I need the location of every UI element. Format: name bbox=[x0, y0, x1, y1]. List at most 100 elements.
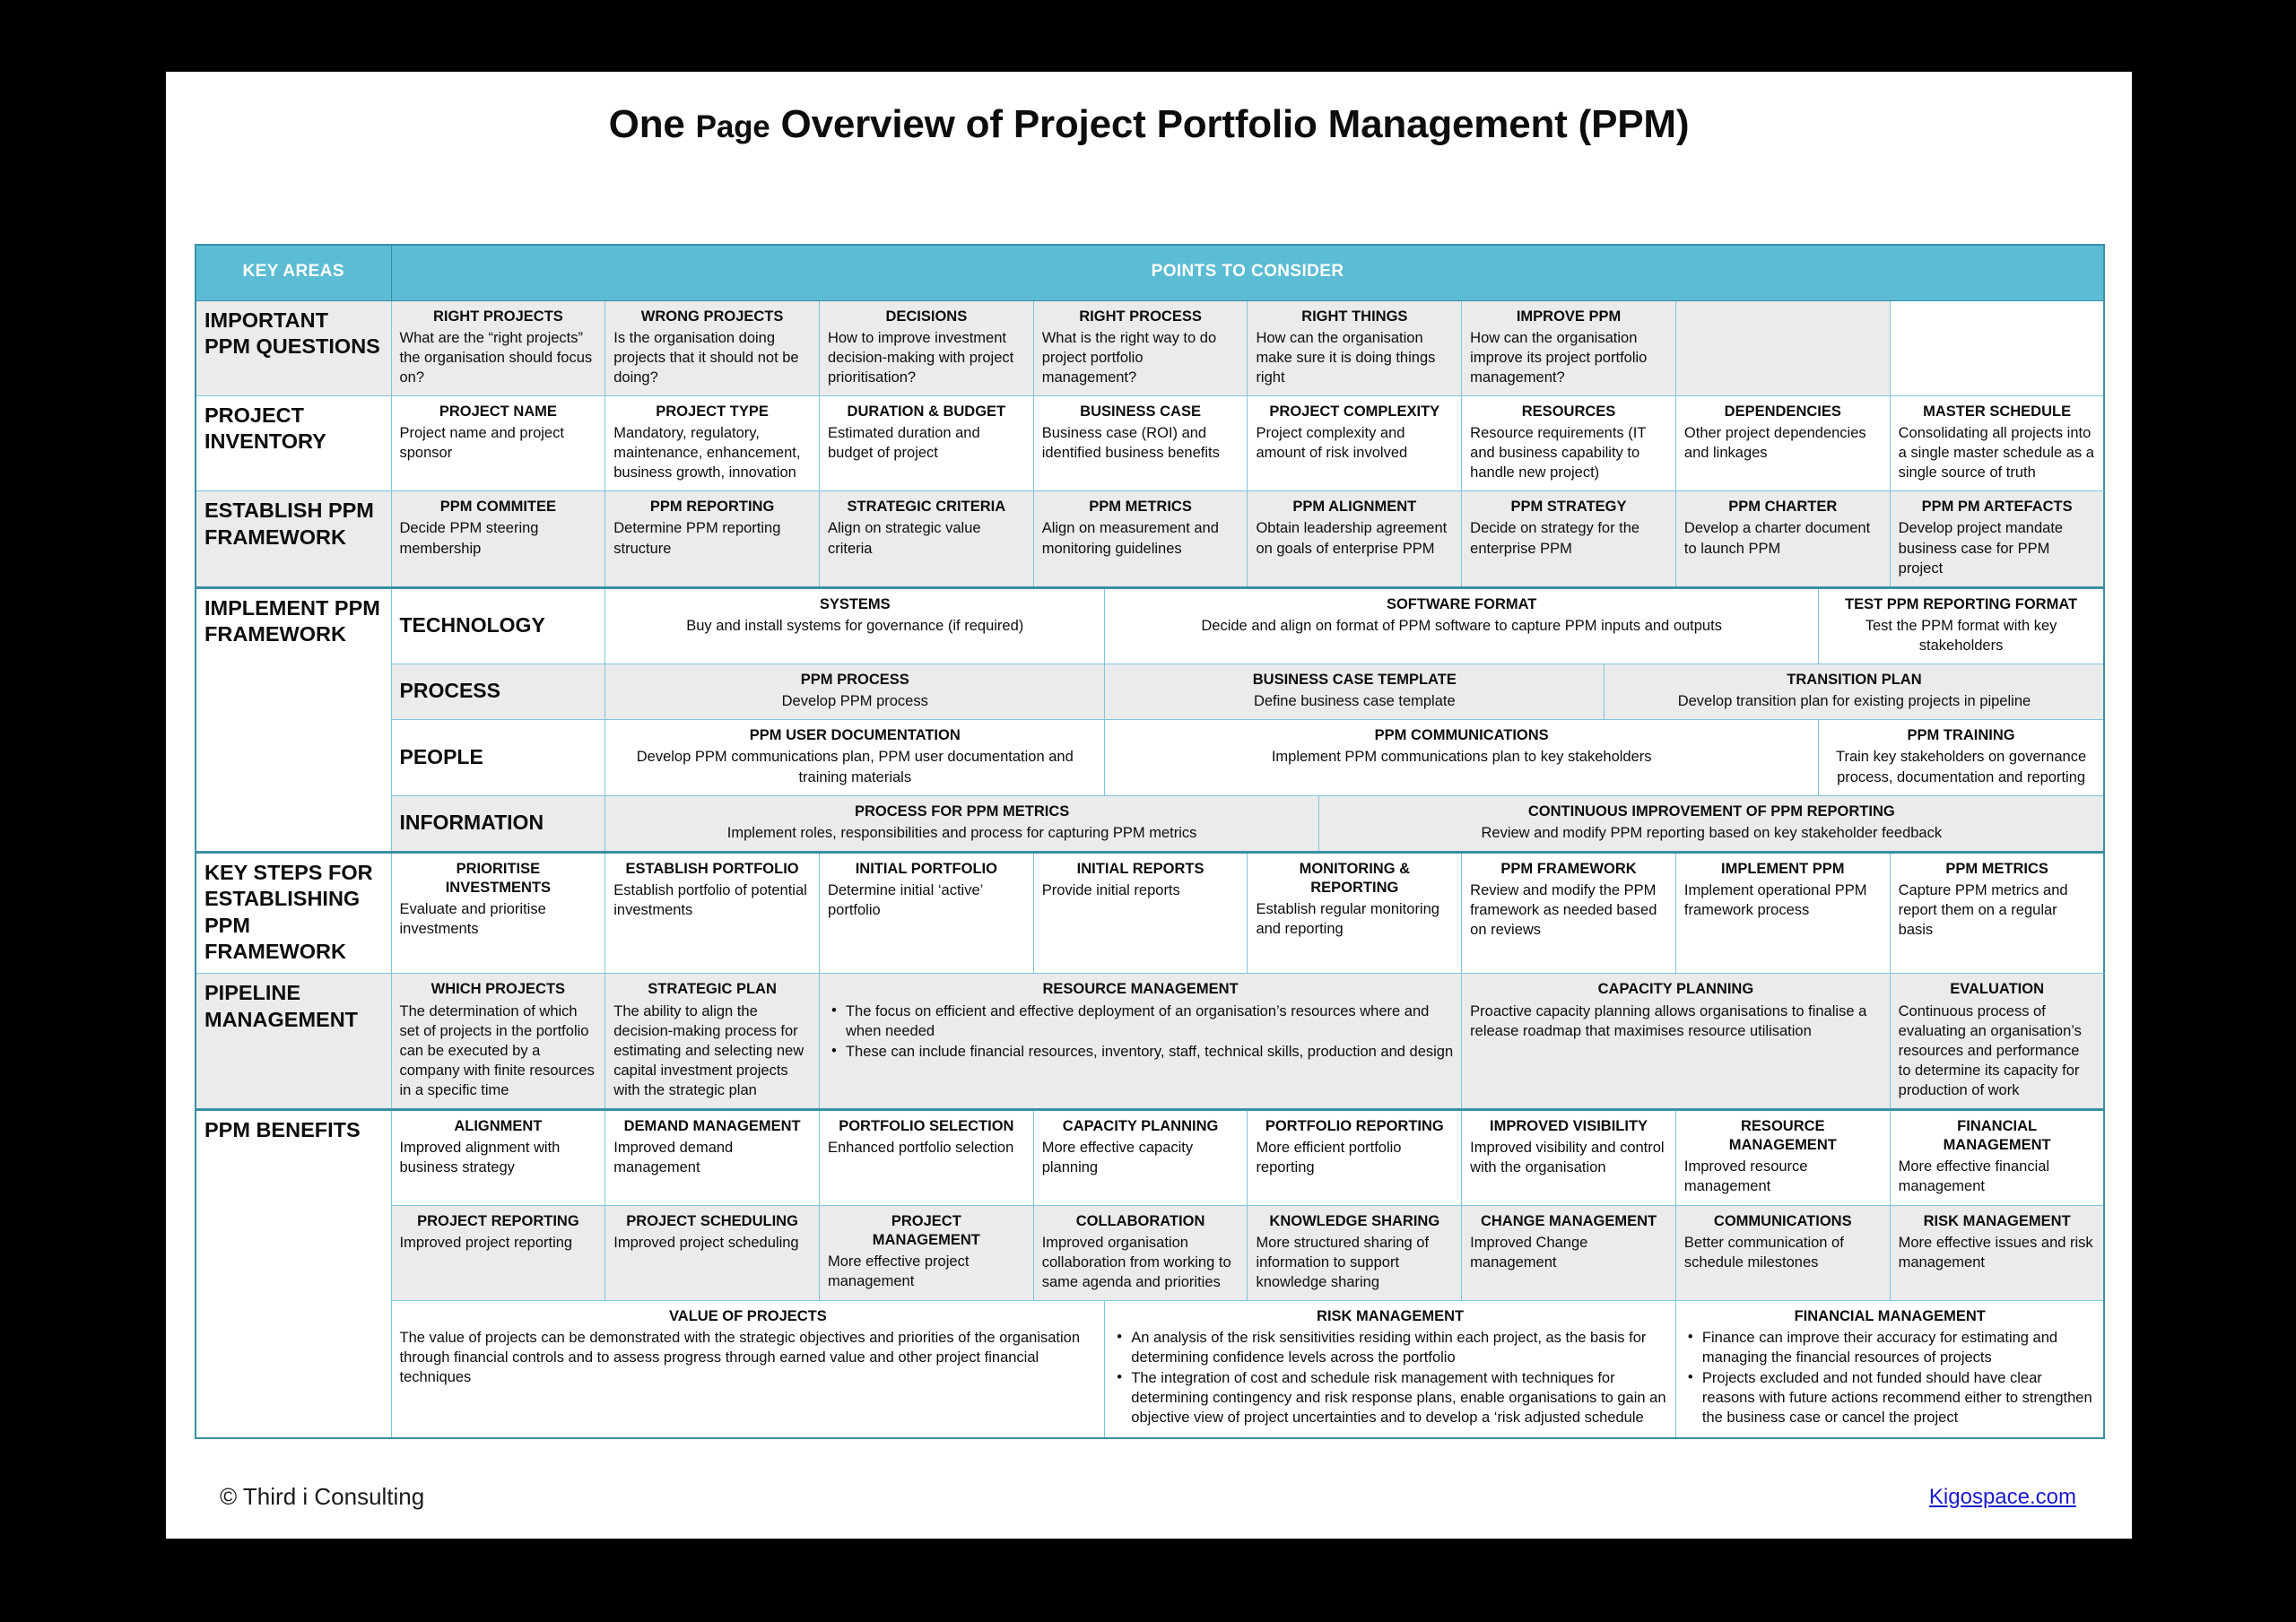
cell-body: Improved alignment with business strateg… bbox=[399, 1140, 561, 1176]
cell-body: More efficient portfolio reporting bbox=[1256, 1140, 1402, 1176]
content-cell: CHANGE MANAGEMENT Improved Change managem… bbox=[1461, 1204, 1676, 1301]
cell-body: The determination of which set of projec… bbox=[399, 1002, 595, 1098]
content-cell: IMPROVE PPM How can the organisation impr… bbox=[1461, 299, 1676, 396]
cell-heading: IMPLEMENT PPM bbox=[1721, 860, 1845, 877]
cell-heading: KNOWLEDGE SHARING bbox=[1269, 1212, 1440, 1229]
content-cell: PPM FRAMEWORK Review and modify the PPM f… bbox=[1461, 850, 1676, 975]
cell-body: How to improve investment decision-makin… bbox=[827, 329, 1014, 386]
ppm-overview-table-wrap: KEY AREAS POINTS TO CONSIDER IMPORTANT PPM … bbox=[195, 244, 2106, 1439]
cell-heading: PPM COMMITEE bbox=[439, 499, 556, 516]
cell-heading: WHICH PROJECTS bbox=[430, 981, 566, 998]
cell-heading: DEPENDENCIES bbox=[1724, 403, 1841, 420]
key-area-label: PIPELINE MANAGEMENT bbox=[195, 973, 392, 1111]
content-cell: FINANCIAL MANAGEMENT More effective financ… bbox=[1889, 1108, 2105, 1206]
content-cell: FINANCIAL MANAGEMENT Finance can improve … bbox=[1674, 1299, 2105, 1439]
content-cell: RESOURCES Resource requirements (IT and b… bbox=[1461, 395, 1676, 492]
footer: © Third i Consulting Kigospace.com bbox=[166, 1462, 2132, 1539]
content-cell: PROJECT COMPLEXITY Project complexity and… bbox=[1247, 395, 1463, 492]
cell-heading: PPM USER DOCUMENTATION bbox=[749, 727, 961, 744]
cell-heading: DURATION & BUDGET bbox=[847, 403, 1006, 420]
kigospace-link[interactable]: Kigospace.com bbox=[1929, 1485, 2076, 1510]
cell-body: Develop a charter document to launch PPM bbox=[1683, 520, 1871, 557]
title-lead: One bbox=[608, 102, 696, 146]
content-cell: ALIGNMENT Improved alignment with busines… bbox=[390, 1108, 606, 1206]
content-cell: SOFTWARE FORMAT Decide and align on forma… bbox=[1104, 585, 1820, 665]
cell-heading: MONITORING & REPORTING bbox=[1299, 860, 1411, 897]
content-cell: BUSINESS CASE TEMPLATE Define business ca… bbox=[1104, 664, 1605, 721]
cell-heading: RIGHT PROJECTS bbox=[432, 308, 563, 325]
content-cell: IMPROVED VISIBILITY Improved visibility a… bbox=[1461, 1108, 1676, 1206]
content-cell: ESTABLISH PORTFOLIO Establish portfolio o… bbox=[604, 850, 820, 975]
cell-heading: RISK MANAGEMENT bbox=[1923, 1212, 2071, 1229]
content-cell: MASTER SCHEDULE Consolidating all project… bbox=[1889, 395, 2105, 492]
content-cell: DEMAND MANAGEMENT Improved demand managem… bbox=[604, 1108, 820, 1206]
cell-body: Provide initial reports bbox=[1041, 882, 1180, 899]
content-cell: MONITORING & REPORTING Establish regular m… bbox=[1247, 850, 1463, 975]
cell-body: Proactive capacity planning allows organ… bbox=[1470, 1002, 1867, 1039]
cell-heading: RIGHT THINGS bbox=[1301, 308, 1408, 325]
content-cell: WRONG PROJECTS Is the organisation doing … bbox=[604, 299, 820, 396]
cell-body: Continuous process of evaluating an orga… bbox=[1898, 1002, 2082, 1098]
content-cell: PROJECT MANAGEMENT More effective project … bbox=[818, 1204, 1034, 1301]
cell-heading: PROJECT REPORTING bbox=[417, 1212, 579, 1229]
cell-body: Obtain leadership agreement on goals of … bbox=[1256, 520, 1448, 557]
content-cell: RIGHT PROJECTS What are the “right projec… bbox=[390, 299, 606, 396]
cell-heading: BUSINESS CASE bbox=[1080, 403, 1201, 420]
content-cell: DECISIONS How to improve investment decis… bbox=[818, 299, 1034, 396]
table-row: PROJECT REPORTING Improved project report… bbox=[196, 1204, 2105, 1301]
content-cell: PPM REPORTING Determine PPM reporting str… bbox=[604, 490, 820, 588]
header-key-areas: KEY AREAS bbox=[195, 244, 392, 301]
cell-heading: DEMAND MANAGEMENT bbox=[623, 1118, 801, 1135]
cell-body: Review and modify PPM reporting based on… bbox=[1481, 824, 1943, 841]
cell-body: Develop project mandate business case fo… bbox=[1898, 520, 2064, 577]
cell-body: Business case (ROI) and identified busin… bbox=[1041, 425, 1220, 462]
key-area-label: ESTABLISH PPM FRAMEWORK bbox=[195, 490, 392, 588]
cell-heading: INITIAL PORTFOLIO bbox=[855, 860, 997, 877]
content-cell: DURATION & BUDGET Estimated duration and … bbox=[818, 395, 1034, 492]
content-cell: INITIAL PORTFOLIO Determine initial ‘acti… bbox=[818, 850, 1034, 975]
cell-bullet-item: These can include financial resources, i… bbox=[831, 1041, 1453, 1062]
cell-body: Develop PPM process bbox=[781, 693, 928, 710]
content-cell: PORTFOLIO SELECTION Enhanced portfolio se… bbox=[818, 1108, 1034, 1206]
cell-heading: CAPACITY PLANNING bbox=[1597, 981, 1754, 998]
cell-heading: IMPROVED VISIBILITY bbox=[1490, 1118, 1648, 1135]
content-cell: PROJECT SCHEDULING Improved project sched… bbox=[604, 1204, 820, 1301]
content-cell: KNOWLEDGE SHARING More structured sharing… bbox=[1247, 1204, 1463, 1301]
cell-heading: IMPROVE PPM bbox=[1516, 308, 1622, 325]
content-cell: PRIORITISE INVESTMENTS Evaluate and priori… bbox=[390, 850, 606, 975]
cell-heading: SOFTWARE FORMAT bbox=[1386, 595, 1537, 612]
cell-body: Determine PPM reporting structure bbox=[613, 520, 781, 557]
cell-body: More effective financial management bbox=[1898, 1158, 2050, 1195]
table-row: PPM BENEFITS ALIGNMENT Improved alignment … bbox=[195, 1108, 2105, 1439]
content-cell: PROCESS FOR PPM METRICS Implement roles, … bbox=[604, 794, 1320, 853]
cell-body: Improved demand management bbox=[613, 1140, 734, 1176]
cell-body: More structured sharing of information t… bbox=[1256, 1234, 1430, 1290]
cell-body: Train key stakeholders on governance pro… bbox=[1836, 749, 2087, 785]
cell-heading: PPM METRICS bbox=[1089, 499, 1192, 516]
copyright-text: © Third i Consulting bbox=[220, 1483, 425, 1510]
content-cell: PPM PROCESS Develop PPM process bbox=[604, 664, 1106, 721]
cell-bullet-item: An analysis of the risk sensitivities re… bbox=[1117, 1327, 1667, 1367]
cell-body: Implement PPM communications plan to key… bbox=[1271, 749, 1652, 766]
cell-body: Determine initial ‘active’ portfolio bbox=[827, 882, 983, 919]
cell-heading: TRANSITION PLAN bbox=[1787, 672, 1922, 689]
cell-heading: FINANCIAL MANAGEMENT bbox=[1794, 1307, 1986, 1324]
cell-body: Decide PPM steering membership bbox=[399, 520, 539, 557]
content-cell: TRANSITION PLAN Develop transition plan f… bbox=[1604, 664, 2105, 721]
cell-body: Improved visibility and control with the… bbox=[1470, 1140, 1665, 1176]
content-cell: RISK MANAGEMENT More effective issues and… bbox=[1889, 1204, 2105, 1301]
cell-body: Review and modify the PPM framework as n… bbox=[1470, 882, 1657, 939]
cell-heading: PROJECT SCHEDULING bbox=[626, 1212, 798, 1229]
content-cell: RISK MANAGEMENT An analysis of the risk s… bbox=[1104, 1299, 1676, 1439]
cell-heading: PPM CHARTER bbox=[1728, 499, 1838, 516]
cell-body: How can the organisation improve its pro… bbox=[1470, 329, 1648, 386]
key-area-label: PROJECT INVENTORY bbox=[195, 395, 392, 492]
cell-body: What are the “right projects” the organi… bbox=[399, 329, 593, 386]
table-row: VALUE OF PROJECTS The value of projects c… bbox=[196, 1299, 2105, 1439]
cell-body: Improved Change management bbox=[1470, 1234, 1588, 1271]
cell-heading: PPM ALIGNMENT bbox=[1292, 499, 1417, 516]
content-cell: PROJECT REPORTING Improved project report… bbox=[390, 1204, 606, 1301]
cell-body: Improved project reporting bbox=[399, 1234, 573, 1251]
content-cell: CAPACITY PLANNING More effective capacity… bbox=[1032, 1108, 1248, 1206]
slide-canvas: One Page Overview of Project Portfolio M… bbox=[166, 72, 2132, 1539]
